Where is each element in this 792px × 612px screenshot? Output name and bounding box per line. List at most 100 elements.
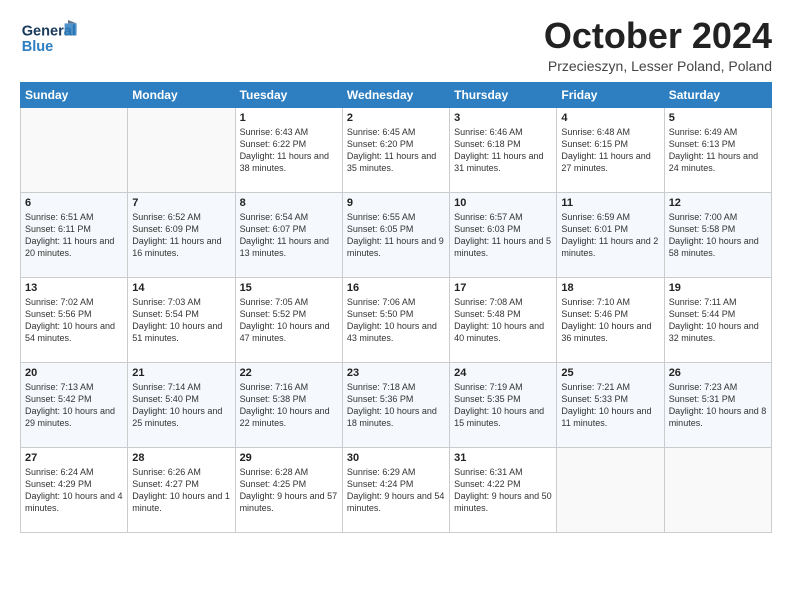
calendar-cell: 9 Sunrise: 6:55 AMSunset: 6:05 PMDaylight…: [342, 192, 449, 277]
day-info: Sunrise: 6:48 AMSunset: 6:15 PMDaylight:…: [561, 126, 659, 175]
day-info: Sunrise: 7:00 AMSunset: 5:58 PMDaylight:…: [669, 211, 767, 260]
day-info: Sunrise: 6:26 AMSunset: 4:27 PMDaylight:…: [132, 466, 230, 515]
day-number: 20: [25, 367, 123, 379]
calendar-cell: [128, 107, 235, 192]
weekday-header-thursday: Thursday: [450, 82, 557, 107]
day-info: Sunrise: 7:11 AMSunset: 5:44 PMDaylight:…: [669, 296, 767, 345]
calendar-cell: 12 Sunrise: 7:00 AMSunset: 5:58 PMDayligh…: [664, 192, 771, 277]
weekday-header-wednesday: Wednesday: [342, 82, 449, 107]
day-number: 28: [132, 452, 230, 464]
calendar-cell: 21Sunrise: 7:14 AMSunset: 5:40 PMDayligh…: [128, 362, 235, 447]
calendar-cell: 8 Sunrise: 6:54 AMSunset: 6:07 PMDaylight…: [235, 192, 342, 277]
day-number: 13: [25, 282, 123, 294]
day-info: Sunrise: 7:16 AMSunset: 5:38 PMDaylight:…: [240, 381, 338, 430]
day-number: 2: [347, 112, 445, 124]
day-info: Sunrise: 6:49 AMSunset: 6:13 PMDaylight:…: [669, 126, 767, 175]
calendar-cell: 22Sunrise: 7:16 AMSunset: 5:38 PMDayligh…: [235, 362, 342, 447]
location-subtitle: Przecieszyn, Lesser Poland, Poland: [544, 58, 772, 74]
day-info: Sunrise: 7:02 AMSunset: 5:56 PMDaylight:…: [25, 296, 123, 345]
calendar-cell: 13 Sunrise: 7:02 AMSunset: 5:56 PMDayligh…: [21, 277, 128, 362]
calendar-cell: 7Sunrise: 6:52 AMSunset: 6:09 PMDaylight…: [128, 192, 235, 277]
calendar-cell: [664, 447, 771, 532]
day-number: 30: [347, 452, 445, 464]
day-info: Sunrise: 6:57 AMSunset: 6:03 PMDaylight:…: [454, 211, 552, 260]
day-info: Sunrise: 7:08 AMSunset: 5:48 PMDaylight:…: [454, 296, 552, 345]
calendar-cell: 1 Sunrise: 6:43 AMSunset: 6:22 PMDaylight…: [235, 107, 342, 192]
calendar-cell: 14Sunrise: 7:03 AMSunset: 5:54 PMDayligh…: [128, 277, 235, 362]
day-info: Sunrise: 7:03 AMSunset: 5:54 PMDaylight:…: [132, 296, 230, 345]
calendar-cell: 29 Sunrise: 6:28 AMSunset: 4:25 PMDayligh…: [235, 447, 342, 532]
calendar-cell: [21, 107, 128, 192]
day-info: Sunrise: 7:18 AMSunset: 5:36 PMDaylight:…: [347, 381, 445, 430]
day-number: 10: [454, 197, 552, 209]
day-number: 16: [347, 282, 445, 294]
calendar-cell: 25 Sunrise: 7:21 AMSunset: 5:33 PMDayligh…: [557, 362, 664, 447]
weekday-header-row: SundayMondayTuesdayWednesdayThursdayFrid…: [21, 82, 772, 107]
calendar-week-1: 1 Sunrise: 6:43 AMSunset: 6:22 PMDaylight…: [21, 107, 772, 192]
day-number: 5: [669, 112, 767, 124]
day-number: 7: [132, 197, 230, 209]
logo: General Blue: [20, 16, 80, 60]
calendar-cell: 2 Sunrise: 6:45 AMSunset: 6:20 PMDaylight…: [342, 107, 449, 192]
header: General Blue October 2024 Przecieszyn, L…: [20, 16, 772, 74]
day-number: 8: [240, 197, 338, 209]
day-info: Sunrise: 6:24 AMSunset: 4:29 PMDaylight:…: [25, 466, 123, 515]
calendar-cell: 6 Sunrise: 6:51 AMSunset: 6:11 PMDaylight…: [21, 192, 128, 277]
calendar-cell: 18Sunrise: 7:10 AMSunset: 5:46 PMDayligh…: [557, 277, 664, 362]
day-info: Sunrise: 7:23 AMSunset: 5:31 PMDaylight:…: [669, 381, 767, 430]
calendar-cell: 16 Sunrise: 7:06 AMSunset: 5:50 PMDayligh…: [342, 277, 449, 362]
day-number: 9: [347, 197, 445, 209]
day-number: 18: [561, 282, 659, 294]
calendar-week-4: 20 Sunrise: 7:13 AMSunset: 5:42 PMDayligh…: [21, 362, 772, 447]
calendar-week-5: 27Sunrise: 6:24 AMSunset: 4:29 PMDayligh…: [21, 447, 772, 532]
calendar-week-2: 6 Sunrise: 6:51 AMSunset: 6:11 PMDaylight…: [21, 192, 772, 277]
calendar-cell: 26 Sunrise: 7:23 AMSunset: 5:31 PMDayligh…: [664, 362, 771, 447]
day-number: 3: [454, 112, 552, 124]
day-info: Sunrise: 6:51 AMSunset: 6:11 PMDaylight:…: [25, 211, 123, 260]
calendar-week-3: 13 Sunrise: 7:02 AMSunset: 5:56 PMDayligh…: [21, 277, 772, 362]
calendar-cell: 23Sunrise: 7:18 AMSunset: 5:36 PMDayligh…: [342, 362, 449, 447]
day-number: 29: [240, 452, 338, 464]
day-number: 25: [561, 367, 659, 379]
day-number: 31: [454, 452, 552, 464]
day-info: Sunrise: 6:28 AMSunset: 4:25 PMDaylight:…: [240, 466, 338, 515]
calendar-table: SundayMondayTuesdayWednesdayThursdayFrid…: [20, 82, 772, 533]
day-info: Sunrise: 6:46 AMSunset: 6:18 PMDaylight:…: [454, 126, 552, 175]
day-number: 6: [25, 197, 123, 209]
day-info: Sunrise: 7:06 AMSunset: 5:50 PMDaylight:…: [347, 296, 445, 345]
day-number: 1: [240, 112, 338, 124]
day-info: Sunrise: 6:55 AMSunset: 6:05 PMDaylight:…: [347, 211, 445, 260]
page: General Blue October 2024 Przecieszyn, L…: [0, 0, 792, 612]
day-info: Sunrise: 6:29 AMSunset: 4:24 PMDaylight:…: [347, 466, 445, 515]
day-info: Sunrise: 7:05 AMSunset: 5:52 PMDaylight:…: [240, 296, 338, 345]
calendar-cell: 3 Sunrise: 6:46 AMSunset: 6:18 PMDaylight…: [450, 107, 557, 192]
weekday-header-monday: Monday: [128, 82, 235, 107]
calendar-cell: 31Sunrise: 6:31 AMSunset: 4:22 PMDayligh…: [450, 447, 557, 532]
day-info: Sunrise: 7:13 AMSunset: 5:42 PMDaylight:…: [25, 381, 123, 430]
calendar-cell: 11Sunrise: 6:59 AMSunset: 6:01 PMDayligh…: [557, 192, 664, 277]
title-block: October 2024 Przecieszyn, Lesser Poland,…: [544, 16, 772, 74]
month-title: October 2024: [544, 16, 772, 56]
day-info: Sunrise: 6:43 AMSunset: 6:22 PMDaylight:…: [240, 126, 338, 175]
weekday-header-saturday: Saturday: [664, 82, 771, 107]
day-info: Sunrise: 7:14 AMSunset: 5:40 PMDaylight:…: [132, 381, 230, 430]
day-info: Sunrise: 6:59 AMSunset: 6:01 PMDaylight:…: [561, 211, 659, 260]
day-number: 12: [669, 197, 767, 209]
day-number: 26: [669, 367, 767, 379]
calendar-cell: [557, 447, 664, 532]
calendar-cell: 24Sunrise: 7:19 AMSunset: 5:35 PMDayligh…: [450, 362, 557, 447]
calendar-cell: 20 Sunrise: 7:13 AMSunset: 5:42 PMDayligh…: [21, 362, 128, 447]
day-info: Sunrise: 6:54 AMSunset: 6:07 PMDaylight:…: [240, 211, 338, 260]
calendar-cell: 19 Sunrise: 7:11 AMSunset: 5:44 PMDayligh…: [664, 277, 771, 362]
calendar-cell: 27Sunrise: 6:24 AMSunset: 4:29 PMDayligh…: [21, 447, 128, 532]
calendar-cell: 10 Sunrise: 6:57 AMSunset: 6:03 PMDayligh…: [450, 192, 557, 277]
svg-text:Blue: Blue: [22, 39, 54, 55]
day-number: 17: [454, 282, 552, 294]
calendar-cell: 17 Sunrise: 7:08 AMSunset: 5:48 PMDayligh…: [450, 277, 557, 362]
day-info: Sunrise: 7:21 AMSunset: 5:33 PMDaylight:…: [561, 381, 659, 430]
logo-icon: General Blue: [20, 16, 80, 60]
day-number: 4: [561, 112, 659, 124]
day-info: Sunrise: 6:45 AMSunset: 6:20 PMDaylight:…: [347, 126, 445, 175]
weekday-header-sunday: Sunday: [21, 82, 128, 107]
day-number: 19: [669, 282, 767, 294]
